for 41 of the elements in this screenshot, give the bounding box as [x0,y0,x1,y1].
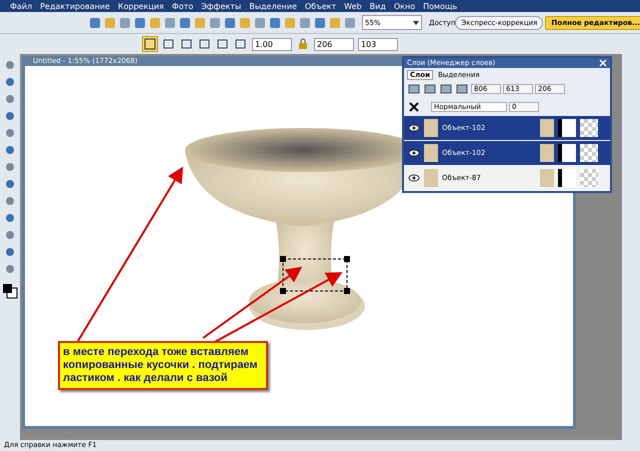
menu-item[interactable]: Вид [370,2,386,10]
layer-thumbnail [424,119,438,137]
eye-icon[interactable] [408,122,420,134]
eye-icon[interactable] [408,147,420,159]
close-icon[interactable] [599,59,607,67]
transparency-thumbnail [580,119,598,137]
layer-thumbnail [424,169,438,187]
menu-item[interactable]: Коррекция [118,2,164,10]
layer-tool-icon[interactable] [439,82,453,96]
menu-item[interactable]: Помощь [423,2,458,10]
mask-thumbnail [558,169,576,187]
menu-item[interactable]: Фото [172,2,194,10]
layer-thumbnail [424,144,438,162]
caret-icon[interactable] [413,20,419,24]
menu-item[interactable]: Окно [394,2,416,10]
layer-thumbnail [540,144,554,162]
padlock-icon[interactable] [296,37,310,51]
delete-icon[interactable] [407,100,421,114]
menu-item[interactable]: Редактирование [40,2,110,10]
menu-item[interactable]: Эффекты [201,2,242,10]
layer-tool-icon[interactable] [455,82,469,96]
width-field[interactable]: 206 [314,38,354,50]
menu-item[interactable]: Файл [10,2,32,10]
transparency-thumbnail [580,144,598,162]
transform-icon[interactable] [142,36,158,52]
menu-item[interactable]: Web [344,2,362,10]
height-field[interactable]: 103 [358,38,398,50]
eye-icon[interactable] [408,172,420,184]
layer-tool-icon[interactable] [407,82,421,96]
layer-tool-icon[interactable] [423,82,437,96]
menu-item[interactable]: Объект [304,2,336,10]
layer-thumbnail [540,119,554,137]
menu-item[interactable]: Выделение [249,2,297,10]
layer-thumbnail [540,169,554,187]
color-swatch-icon[interactable] [2,283,18,299]
mask-thumbnail [558,144,576,162]
transparency-thumbnail [580,169,598,187]
angle-field[interactable]: 1.00 [252,38,292,50]
selection-frame[interactable] [280,256,350,294]
callout-note: в месте перехода тоже вставляем копированные кусочки . подтираем ластиком . как делали с вазой [58,341,268,390]
mask-thumbnail [558,119,576,137]
